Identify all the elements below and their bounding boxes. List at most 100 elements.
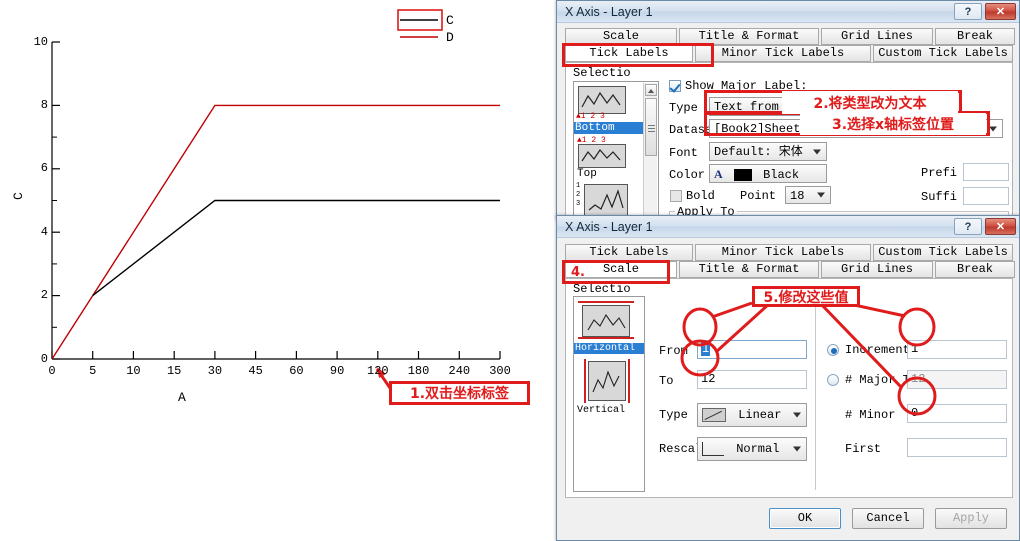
rescale-combo[interactable]: Normal [697,437,807,461]
prefix-label: Prefi [921,166,958,180]
color-label: Color [669,168,706,182]
increment-input[interactable]: 1 [907,340,1007,359]
x-tick-0[interactable]: 0 [48,364,55,378]
font-color-icon: A [714,167,723,181]
to-input[interactable]: 12 [697,370,807,389]
plot-pane: 0 2 4 6 8 10 0 5 10 15 30 45 60 90 120 1… [0,0,556,541]
close-button[interactable]: ✕ [985,3,1016,20]
tab-tick-labels[interactable]: Tick Labels [565,45,693,62]
close-button-2[interactable]: ✕ [985,218,1016,235]
y-tick-10: 10 [33,35,48,49]
x-tick-10[interactable]: 10 [126,364,140,378]
help-button[interactable]: ? [954,3,982,20]
x-tick-90[interactable]: 90 [330,364,344,378]
increment-label: Increment [845,343,910,357]
extra-tick-marks: 123 [576,182,581,208]
minor-label: # Minor [845,408,896,422]
point-combo[interactable]: 18 [785,186,831,204]
ok-button[interactable]: OK [769,508,841,529]
vertical-arrow-right [628,359,630,403]
chevron-down-icon [989,126,997,131]
selection-item-horizontal-label: Horizontal [574,343,644,354]
scale-type-value: Linear [738,408,782,422]
x-tick-240[interactable]: 240 [448,364,470,378]
first-input[interactable] [907,438,1007,457]
increment-radio[interactable] [827,344,839,356]
tab-scale[interactable]: Scale [565,28,677,45]
y-tick-4: 4 [40,225,48,239]
bottom-tick-marks: ▲1 2 3 [576,112,605,121]
font-combo[interactable]: Default: 宋体 [709,142,827,161]
x-tick-300[interactable]: 300 [489,364,511,378]
scroll-thumb[interactable] [645,98,657,156]
tab-custom-tick-labels[interactable]: Custom Tick Labels [873,45,1013,62]
major-ticks-radio[interactable] [827,374,839,386]
y-tick-6: 6 [40,161,48,175]
x-tick-5[interactable]: 5 [89,364,96,378]
legend-label-C: C [446,13,454,28]
prefix-input[interactable] [963,163,1009,181]
x-tick-180[interactable]: 180 [408,364,430,378]
tab-minor-tick-labels-2[interactable]: Minor Tick Labels [695,244,871,261]
color-combo[interactable]: A Black [709,164,827,183]
tab-break-2[interactable]: Break [935,261,1015,278]
legend-label-D: D [446,30,454,45]
suffix-label: Suffi [921,190,958,204]
horizontal-axis-thumb-icon [587,313,626,331]
x-tick-15[interactable]: 15 [167,364,181,378]
help-button-2[interactable]: ? [954,218,982,235]
tab-title-format-2[interactable]: Title & Format [679,261,819,278]
color-value: Black [763,168,800,182]
dialog-titlebar-2[interactable]: X Axis - Layer 1 ? ✕ [557,216,1019,238]
annotation-step-1: 1.双击坐标标签 [389,381,530,405]
axis-labels: 0 2 4 6 8 10 0 5 10 15 30 45 60 90 120 1… [0,0,556,541]
dialog-x-axis-scale: X Axis - Layer 1 ? ✕ Tick Labels Minor T… [556,215,1020,541]
selection-scrollbar[interactable] [643,83,657,217]
axis-thumb-icon-3 [588,189,624,211]
tab-break[interactable]: Break [935,28,1015,45]
tab-tick-labels-2[interactable]: Tick Labels [565,244,693,261]
x-tick-30[interactable]: 30 [208,364,222,378]
minor-input[interactable]: 0 [907,404,1007,423]
show-major-label-checkbox[interactable] [669,80,681,92]
scale-type-combo[interactable]: Linear [697,403,807,427]
x-tick-60[interactable]: 60 [289,364,303,378]
chevron-down-icon [793,446,801,452]
x-tick-45[interactable]: 45 [248,364,262,378]
tab-minor-tick-labels[interactable]: Minor Tick Labels [695,45,871,62]
bold-checkbox[interactable] [670,190,682,202]
selection-list[interactable]: ▲1 2 3 Bottom ▲1 2 3 Top 123 [573,81,659,219]
linear-icon [702,407,726,422]
tab-grid-lines-2[interactable]: Grid Lines [821,261,933,278]
y-axis-title[interactable]: C [11,192,26,200]
font-label: Font [669,146,698,160]
point-label: Point [740,189,777,203]
cancel-button[interactable]: Cancel [852,508,924,529]
fields-divider [815,300,816,490]
selection-list-2[interactable]: Horizontal Vertical [573,296,645,492]
suffix-input[interactable] [963,187,1009,205]
bold-label: Bold [686,189,715,203]
from-input-value: 1 [701,342,711,356]
chevron-down-icon [817,192,825,198]
horizontal-arrow-bottom [578,337,634,339]
dialog-titlebar[interactable]: X Axis - Layer 1 ? ✕ [557,1,1019,23]
y-tick-2: 2 [40,288,48,302]
selection-item-vertical-label: Vertical [577,405,626,416]
chevron-down-icon [813,149,821,154]
selection-label-2: Selectio [573,282,631,296]
vertical-arrow-left [584,359,586,403]
major-ticks-input[interactable]: 12 [907,370,1007,389]
annotation-step-4: 4. [571,264,585,280]
tab-title-format[interactable]: Title & Format [679,28,819,45]
dialog-title-2: X Axis - Layer 1 [565,219,653,234]
tab-grid-lines[interactable]: Grid Lines [821,28,933,45]
annotation-step-3: 3.选择x轴标签位置 [800,113,986,135]
x-tick-120[interactable]: 120 [367,364,389,378]
x-axis-title[interactable]: A [178,390,186,405]
from-input[interactable]: 1 [697,340,807,359]
apply-button[interactable]: Apply [935,508,1007,529]
tab-custom-tick-labels-2[interactable]: Custom Tick Labels [873,244,1013,261]
normal-icon [702,441,724,456]
scroll-up-button[interactable] [645,84,657,96]
